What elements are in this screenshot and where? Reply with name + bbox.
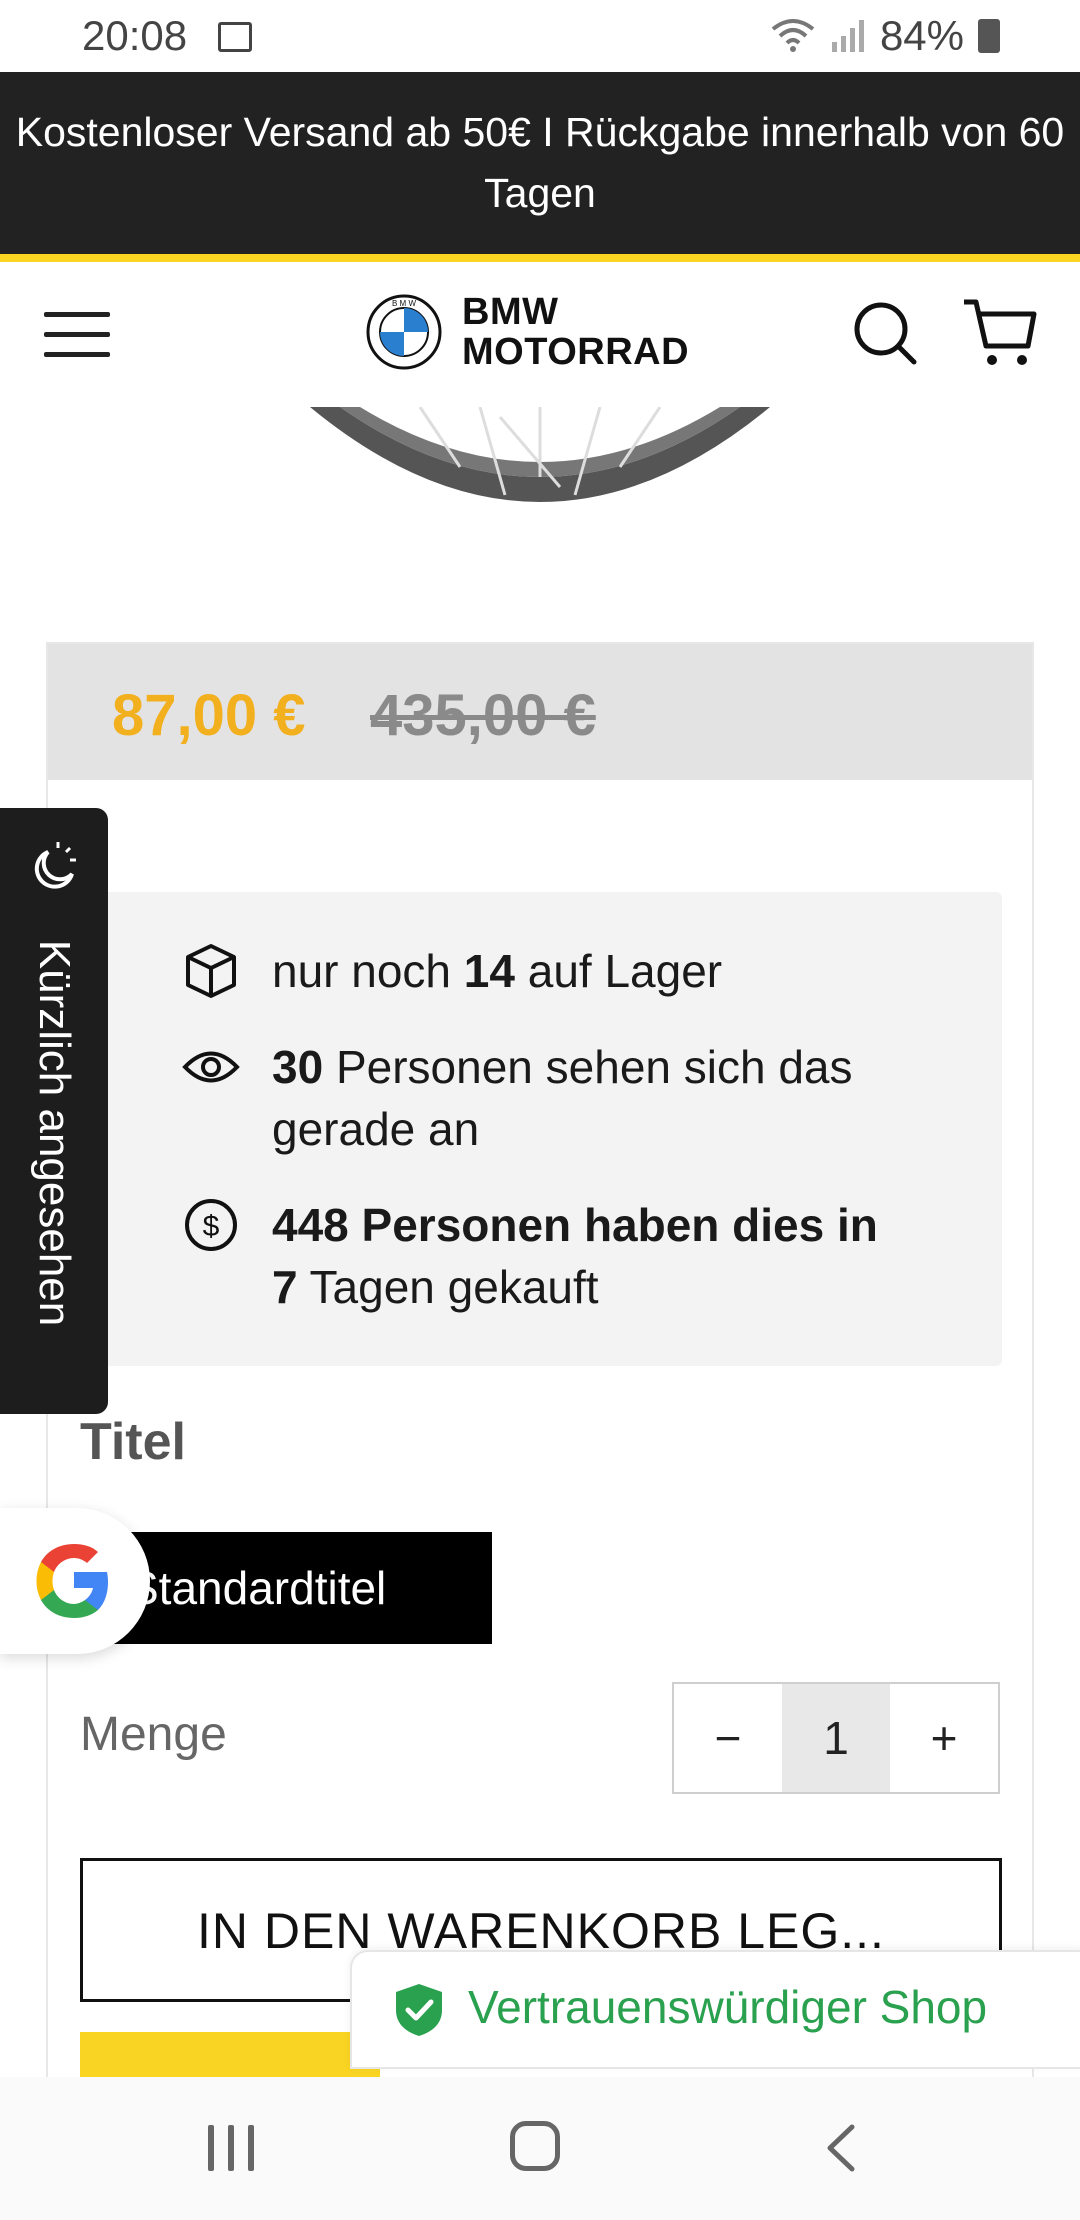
svg-text:$: $: [203, 1210, 220, 1243]
recent-icon: [34, 842, 76, 889]
shield-check-icon: [396, 1984, 442, 2036]
product-image: [310, 407, 770, 502]
search-icon[interactable]: [852, 300, 918, 366]
quantity-decrease-button[interactable]: −: [674, 1684, 782, 1792]
brand-line-2: MOTORRAD: [462, 331, 690, 373]
bmw-roundel-icon: B M W: [366, 294, 442, 370]
announcement-bar: Kostenloser Versand ab 50€ I Rückgabe in…: [0, 72, 1080, 258]
home-button[interactable]: [510, 2121, 560, 2171]
quantity-label: Menge: [80, 1708, 227, 1761]
quantity-stepper: − 1 +: [672, 1682, 1000, 1794]
recently-viewed-label: Kürzlich angesehen: [30, 939, 79, 1327]
recently-viewed-tab[interactable]: Kürzlich angesehen: [0, 808, 108, 1414]
variant-label: Titel: [80, 1413, 186, 1471]
back-button[interactable]: [822, 2123, 858, 2173]
announcement-text: Kostenloser Versand ab 50€ I Rückgabe in…: [15, 109, 1065, 216]
google-icon: [36, 1544, 108, 1618]
original-price: 435,00 €: [370, 683, 596, 748]
cart-icon[interactable]: [962, 298, 1038, 368]
quantity-increase-button[interactable]: +: [890, 1684, 998, 1792]
viewers-info: 30 Personen sehen sich das gerade an: [272, 1041, 853, 1155]
system-nav-bar: [0, 2077, 1080, 2220]
brand-line-1: BMW: [462, 291, 559, 333]
status-time: 20:08: [82, 12, 188, 59]
stock-info: nur noch 14 auf Lager: [272, 945, 723, 997]
trusted-shop-badge[interactable]: Vertrauenswürdiger Shop: [350, 1950, 1080, 2069]
battery-icon: [978, 19, 1000, 53]
announcement-border: [0, 254, 1080, 262]
buy-now-button[interactable]: [80, 2032, 380, 2077]
status-right: 84%: [770, 12, 1000, 60]
price-row: 87,00 € 435,00 €: [48, 644, 1032, 780]
brand-name: BMW MOTORRAD: [462, 292, 689, 372]
brand-logo[interactable]: B M W BMW MOTORRAD: [366, 292, 689, 372]
purchased-info: 448 Personen haben dies in 7 Tagen gekau…: [272, 1199, 878, 1313]
google-reviews-badge[interactable]: [0, 1508, 150, 1654]
dollar-icon: $: [185, 1199, 237, 1251]
sale-price: 87,00 €: [112, 683, 306, 748]
box-icon: [186, 944, 236, 998]
image-icon: [218, 22, 252, 52]
eye-icon: [182, 1051, 240, 1083]
site-header: B M W BMW MOTORRAD: [0, 262, 1080, 407]
wifi-icon: [771, 19, 815, 52]
quantity-value[interactable]: 1: [782, 1684, 890, 1792]
status-bar: 20:08 84%: [0, 0, 1080, 72]
battery-percent: 84%: [879, 12, 964, 59]
signal-icon: [831, 20, 864, 52]
menu-icon[interactable]: [44, 302, 110, 362]
trusted-shop-text: Vertrauenswürdiger Shop: [468, 1981, 988, 2033]
roundel-letters: B M W: [392, 299, 416, 308]
recent-apps-button[interactable]: [208, 2125, 256, 2171]
